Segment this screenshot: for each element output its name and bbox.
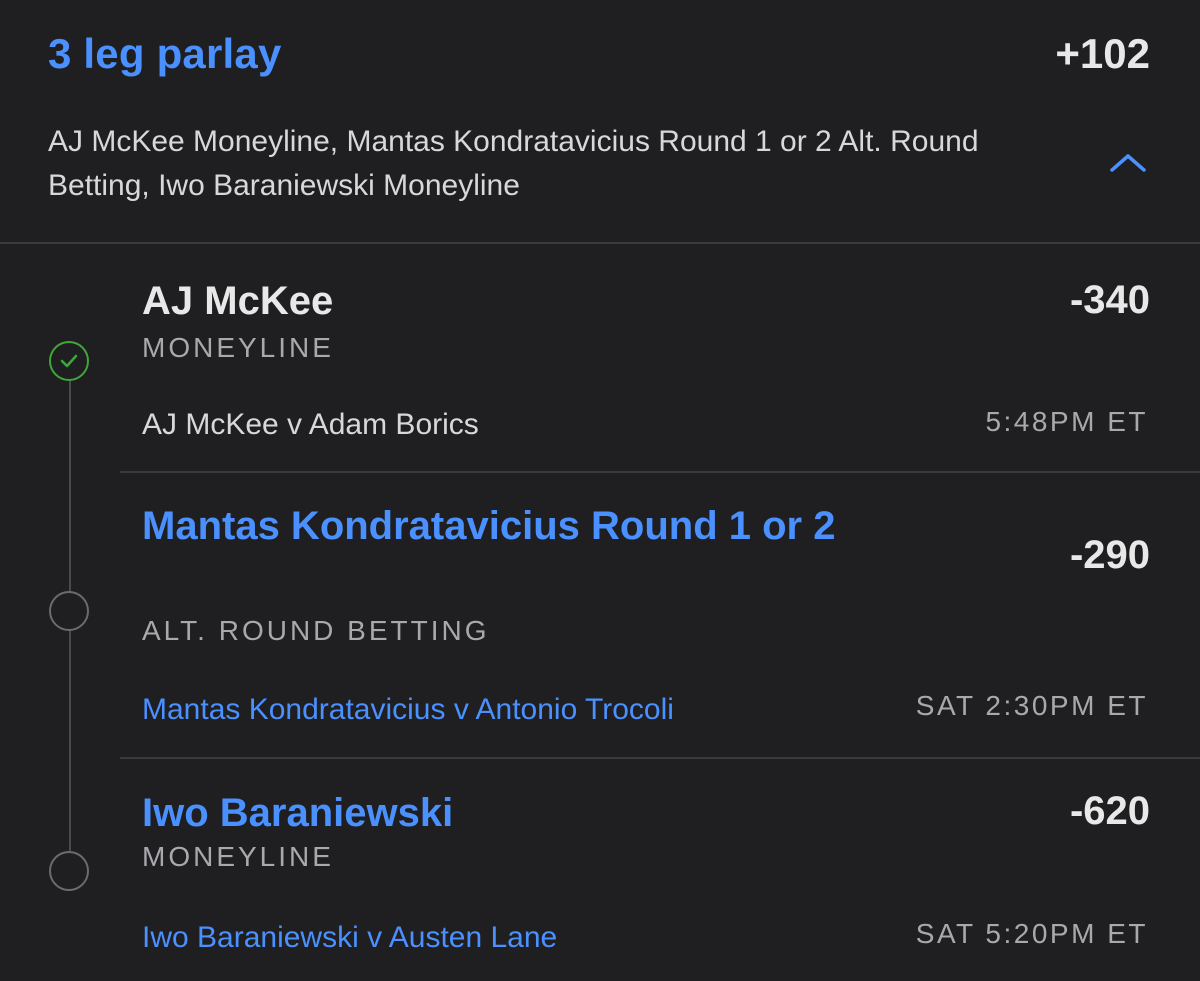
leg-time: SAT 2:30PM ET [915, 690, 1148, 721]
parlay-summary: AJ McKee Moneyline, Mantas Kondrataviciu… [48, 125, 979, 202]
leg-item[interactable]: Mantas Kondratavicius Round 1 or 2 ALT. … [0, 473, 1200, 758]
parlay-title: 3 leg parlay [48, 30, 282, 77]
leg-selection[interactable]: Iwo Baraniewski [142, 784, 453, 842]
leg-time: 5:48PM ET [985, 406, 1148, 437]
parlay-header[interactable]: 3 leg parlay +102 AJ McKee Moneyline, Ma… [0, 0, 1200, 244]
leg-odds: -290 [1069, 533, 1150, 577]
empty-circle-icon [49, 591, 89, 631]
leg-item[interactable]: AJ McKee MONEYLINE -340 AJ McKee v Adam … [0, 244, 1200, 472]
parlay-odds: +102 [1055, 30, 1150, 77]
leg-market: MONEYLINE [142, 332, 334, 363]
leg-event[interactable]: Iwo Baraniewski v Austen Lane [142, 921, 557, 955]
parlay-card: 3 leg parlay +102 AJ McKee Moneyline, Ma… [0, 0, 1200, 981]
leg-market: ALT. ROUND BETTING [142, 615, 490, 646]
leg-event: AJ McKee v Adam Borics [142, 408, 479, 441]
leg-item[interactable]: Iwo Baraniewski MONEYLINE -620 Iwo Baran… [0, 759, 1200, 981]
leg-event[interactable]: Mantas Kondratavicius v Antonio Trocoli [142, 693, 674, 727]
leg-selection[interactable]: Mantas Kondratavicius Round 1 or 2 [142, 497, 842, 555]
leg-odds: -620 [1069, 789, 1150, 833]
check-circle-icon [49, 341, 89, 381]
collapse-button[interactable] [1106, 140, 1150, 184]
leg-selection: AJ McKee [142, 279, 334, 323]
empty-circle-icon [49, 851, 89, 891]
leg-time: SAT 5:20PM ET [915, 918, 1148, 949]
leg-market: MONEYLINE [142, 841, 334, 872]
leg-odds: -340 [1069, 278, 1150, 322]
chevron-up-icon [1110, 154, 1146, 172]
